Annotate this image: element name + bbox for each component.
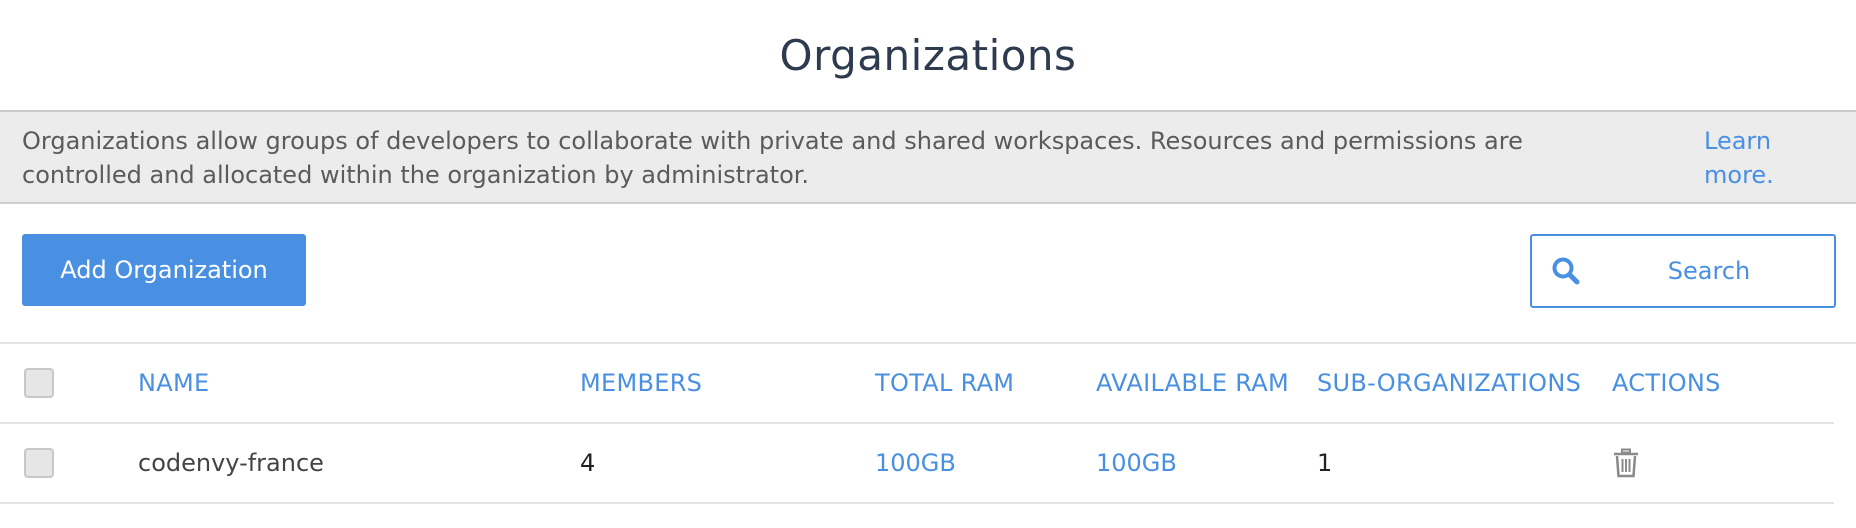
- toolbar: Add Organization: [0, 204, 1856, 344]
- select-all-checkbox[interactable]: [24, 368, 54, 398]
- organization-name[interactable]: codenvy-france: [138, 424, 324, 502]
- organizations-page: Organizations Organizations allow groups…: [0, 0, 1856, 528]
- organizations-table: NAME MEMBERS TOTAL RAM AVAILABLE RAM SUB…: [0, 344, 1834, 504]
- table-header-row: NAME MEMBERS TOTAL RAM AVAILABLE RAM SUB…: [0, 344, 1834, 424]
- info-banner-text: Organizations allow groups of developers…: [22, 127, 1523, 189]
- column-header-available-ram[interactable]: AVAILABLE RAM: [1096, 344, 1289, 422]
- search-input[interactable]: [1592, 256, 1826, 286]
- column-header-sub-organizations[interactable]: SUB-ORGANIZATIONS: [1317, 344, 1581, 422]
- table-row: codenvy-france 4 100GB 100GB 1: [0, 424, 1834, 504]
- search-box[interactable]: [1530, 234, 1836, 308]
- column-header-actions: ACTIONS: [1612, 369, 1721, 397]
- organization-sub-organizations: 1: [1317, 449, 1333, 477]
- search-icon: [1548, 253, 1584, 289]
- row-checkbox[interactable]: [24, 448, 54, 478]
- trash-icon[interactable]: [1612, 447, 1640, 479]
- organization-members: 4: [580, 449, 596, 477]
- select-all-cell: [24, 344, 54, 422]
- page-title: Organizations: [779, 30, 1077, 80]
- column-header-name[interactable]: NAME: [138, 344, 209, 422]
- row-select-cell: [24, 424, 54, 502]
- actions-cell: [1612, 424, 1640, 502]
- organization-total-ram[interactable]: 100GB: [875, 424, 956, 502]
- add-organization-button[interactable]: Add Organization: [22, 234, 306, 306]
- info-banner: Organizations allow groups of developers…: [0, 112, 1856, 204]
- column-header-total-ram[interactable]: TOTAL RAM: [875, 344, 1014, 422]
- column-header-members[interactable]: MEMBERS: [580, 344, 702, 422]
- page-header: Organizations: [0, 0, 1856, 112]
- learn-more-link[interactable]: Learn more.: [1704, 124, 1804, 192]
- organization-available-ram[interactable]: 100GB: [1096, 424, 1177, 502]
